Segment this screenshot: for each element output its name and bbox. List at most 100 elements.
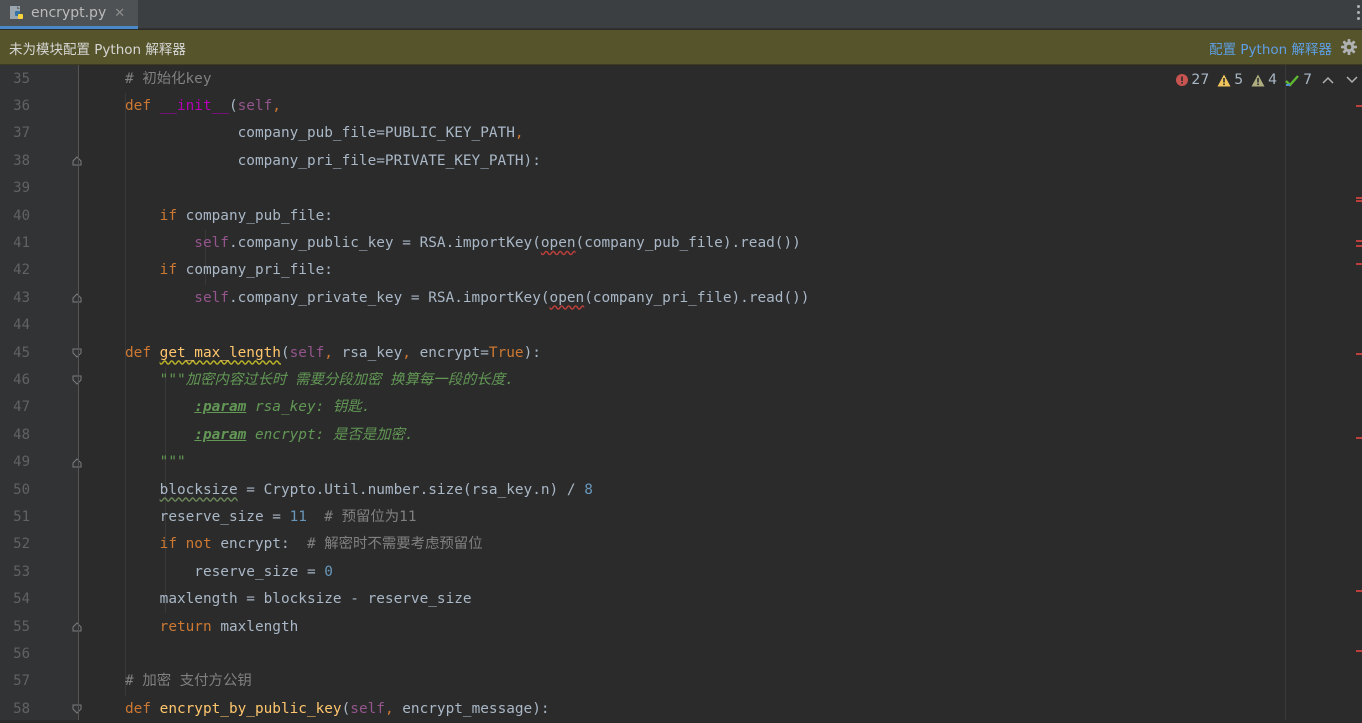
- error-stripe[interactable]: [1350, 65, 1362, 720]
- weak-warning-icon: [1251, 74, 1265, 86]
- line-number[interactable]: 42: [0, 257, 30, 284]
- gear-icon[interactable]: [1340, 38, 1358, 56]
- code-line[interactable]: def __init__(self,: [125, 93, 281, 120]
- code-token: def: [125, 97, 160, 114]
- more-tabs-icon[interactable]: [1354, 3, 1362, 20]
- line-number[interactable]: 39: [0, 175, 30, 202]
- error-stripe-mark[interactable]: [1356, 353, 1362, 355]
- chevron-up-icon[interactable]: [1320, 73, 1336, 88]
- error-count[interactable]: 27: [1176, 72, 1209, 88]
- line-number[interactable]: 54: [0, 586, 30, 613]
- line-number[interactable]: 46: [0, 367, 30, 394]
- warning-count[interactable]: 5: [1217, 72, 1243, 88]
- line-number[interactable]: 48: [0, 422, 30, 449]
- ok-count[interactable]: 7: [1285, 72, 1312, 88]
- error-stripe-mark[interactable]: [1356, 240, 1362, 242]
- code-line[interactable]: maxlength = blocksize - reserve_size: [125, 586, 472, 613]
- code-line[interactable]: """: [125, 449, 186, 476]
- line-number[interactable]: 58: [0, 696, 30, 723]
- code-line[interactable]: self.company_public_key = RSA.importKey(…: [125, 230, 801, 257]
- line-number[interactable]: 49: [0, 449, 30, 476]
- code-line[interactable]: # 初始化key: [125, 66, 212, 93]
- error-stripe-mark[interactable]: [1356, 245, 1362, 247]
- code-token: encrypt_message):: [402, 700, 550, 717]
- code-token: # 解密时不需要考虑预留位: [289, 536, 483, 553]
- code-token: True: [488, 344, 524, 361]
- code-line[interactable]: :param rsa_key: 钥匙.: [125, 394, 370, 421]
- line-number[interactable]: 57: [0, 668, 30, 695]
- code-token: rsa_key: 钥匙.: [246, 399, 371, 416]
- code-line[interactable]: if company_pri_file:: [125, 257, 333, 284]
- line-number[interactable]: 38: [0, 148, 30, 175]
- line-number[interactable]: 44: [0, 312, 30, 339]
- chevron-down-icon[interactable]: [1344, 73, 1360, 88]
- line-number[interactable]: 51: [0, 504, 30, 531]
- line-number[interactable]: 55: [0, 614, 30, 641]
- banner-message: 未为模块配置 Python 解释器: [9, 42, 186, 58]
- close-icon[interactable]: ✕: [114, 6, 125, 21]
- code-line[interactable]: :param encrypt: 是否是加密.: [125, 422, 413, 449]
- line-number[interactable]: 45: [0, 340, 30, 367]
- line-number[interactable]: 37: [0, 120, 30, 147]
- code-line[interactable]: if company_pub_file:: [125, 203, 333, 230]
- error-stripe-mark[interactable]: [1356, 590, 1362, 592]
- code-line[interactable]: company_pri_file=PRIVATE_KEY_PATH):: [125, 148, 541, 175]
- inspection-widget[interactable]: 27 5 4 7: [1176, 72, 1360, 88]
- configure-interpreter-link[interactable]: 配置 Python 解释器: [1209, 38, 1332, 58]
- code-area[interactable]: # 初始化key def __init__(self, company_pub_f…: [79, 65, 1285, 720]
- line-number[interactable]: 50: [0, 477, 30, 504]
- error-stripe-mark[interactable]: [1356, 197, 1362, 199]
- code-line[interactable]: def get_max_length(self, rsa_key, encryp…: [125, 340, 541, 367]
- code-line[interactable]: if not encrypt: # 解密时不需要考虑预留位: [125, 531, 483, 558]
- editor-tab-bar: encrypt.py ✕: [0, 0, 1362, 29]
- code-token: = Crypto.Util.number.size(rsa_key.n) /: [237, 481, 585, 498]
- line-number[interactable]: 56: [0, 641, 30, 668]
- line-number[interactable]: 40: [0, 203, 30, 230]
- error-stripe-mark[interactable]: [1356, 200, 1362, 202]
- code-token: company_pub_file:: [185, 207, 333, 224]
- line-number[interactable]: 47: [0, 394, 30, 421]
- error-stripe-mark[interactable]: [1356, 105, 1362, 107]
- code-token: # 初始化key: [125, 70, 212, 87]
- code-token: :param: [194, 426, 247, 443]
- code-token: if: [125, 207, 186, 224]
- code-token: open: [540, 234, 576, 251]
- line-number[interactable]: 36: [0, 93, 30, 120]
- python-file-icon: [9, 5, 25, 21]
- code-editor[interactable]: 35 36 37 38 39 40 41 42 43 44 45 46 47 48 49 50 51 52 53 54…: [0, 65, 1362, 720]
- code-line[interactable]: reserve_size = 0: [125, 559, 333, 586]
- tab-encrypt-py[interactable]: encrypt.py ✕: [0, 0, 138, 29]
- line-number-gutter: 35 36 37 38 39 40 41 42 43 44 45 46 47 48 49 50 51 52 53 54…: [0, 65, 82, 723]
- code-token: rsa_key: [341, 344, 403, 361]
- code-token: ,: [324, 344, 342, 361]
- code-line[interactable]: blocksize = Crypto.Util.number.size(rsa_…: [125, 477, 593, 504]
- code-line[interactable]: def encrypt_by_public_key(self, encrypt_…: [125, 696, 550, 720]
- code-line[interactable]: # 加密 支付方公钥: [125, 668, 252, 695]
- error-stripe-mark[interactable]: [1356, 650, 1362, 652]
- line-number[interactable]: 53: [0, 559, 30, 586]
- code-line[interactable]: return maxlength: [125, 614, 299, 641]
- error-stripe-mark[interactable]: [1356, 437, 1362, 439]
- line-number[interactable]: 43: [0, 285, 30, 312]
- code-token: 0: [324, 563, 333, 580]
- code-token: reserve_size =: [125, 563, 325, 580]
- code-line[interactable]: reserve_size = 11 # 预留位为11: [125, 504, 417, 531]
- code-token: blocksize: [159, 481, 238, 498]
- code-token: self: [237, 97, 273, 114]
- error-stripe-mark[interactable]: [1356, 263, 1362, 265]
- code-token: if: [125, 262, 186, 279]
- line-number[interactable]: 52: [0, 531, 30, 558]
- code-token: return: [125, 618, 221, 635]
- code-line[interactable]: self.company_private_key = RSA.importKey…: [125, 285, 809, 312]
- weak-warning-count[interactable]: 4: [1251, 72, 1277, 88]
- code-token: """加密内容过长时 需要分段加密 换算每一段的长度.: [125, 371, 514, 388]
- line-number[interactable]: 35: [0, 66, 30, 93]
- code-line[interactable]: company_pub_file=PUBLIC_KEY_PATH,: [125, 120, 524, 147]
- warning-icon: [1217, 74, 1231, 86]
- code-token: open: [549, 289, 585, 306]
- code-line[interactable]: """加密内容过长时 需要分段加密 换算每一段的长度.: [125, 367, 514, 394]
- code-token: .company_public_key = RSA.importKey(: [228, 234, 541, 251]
- line-number[interactable]: 41: [0, 230, 30, 257]
- right-margin-line: [1285, 65, 1286, 720]
